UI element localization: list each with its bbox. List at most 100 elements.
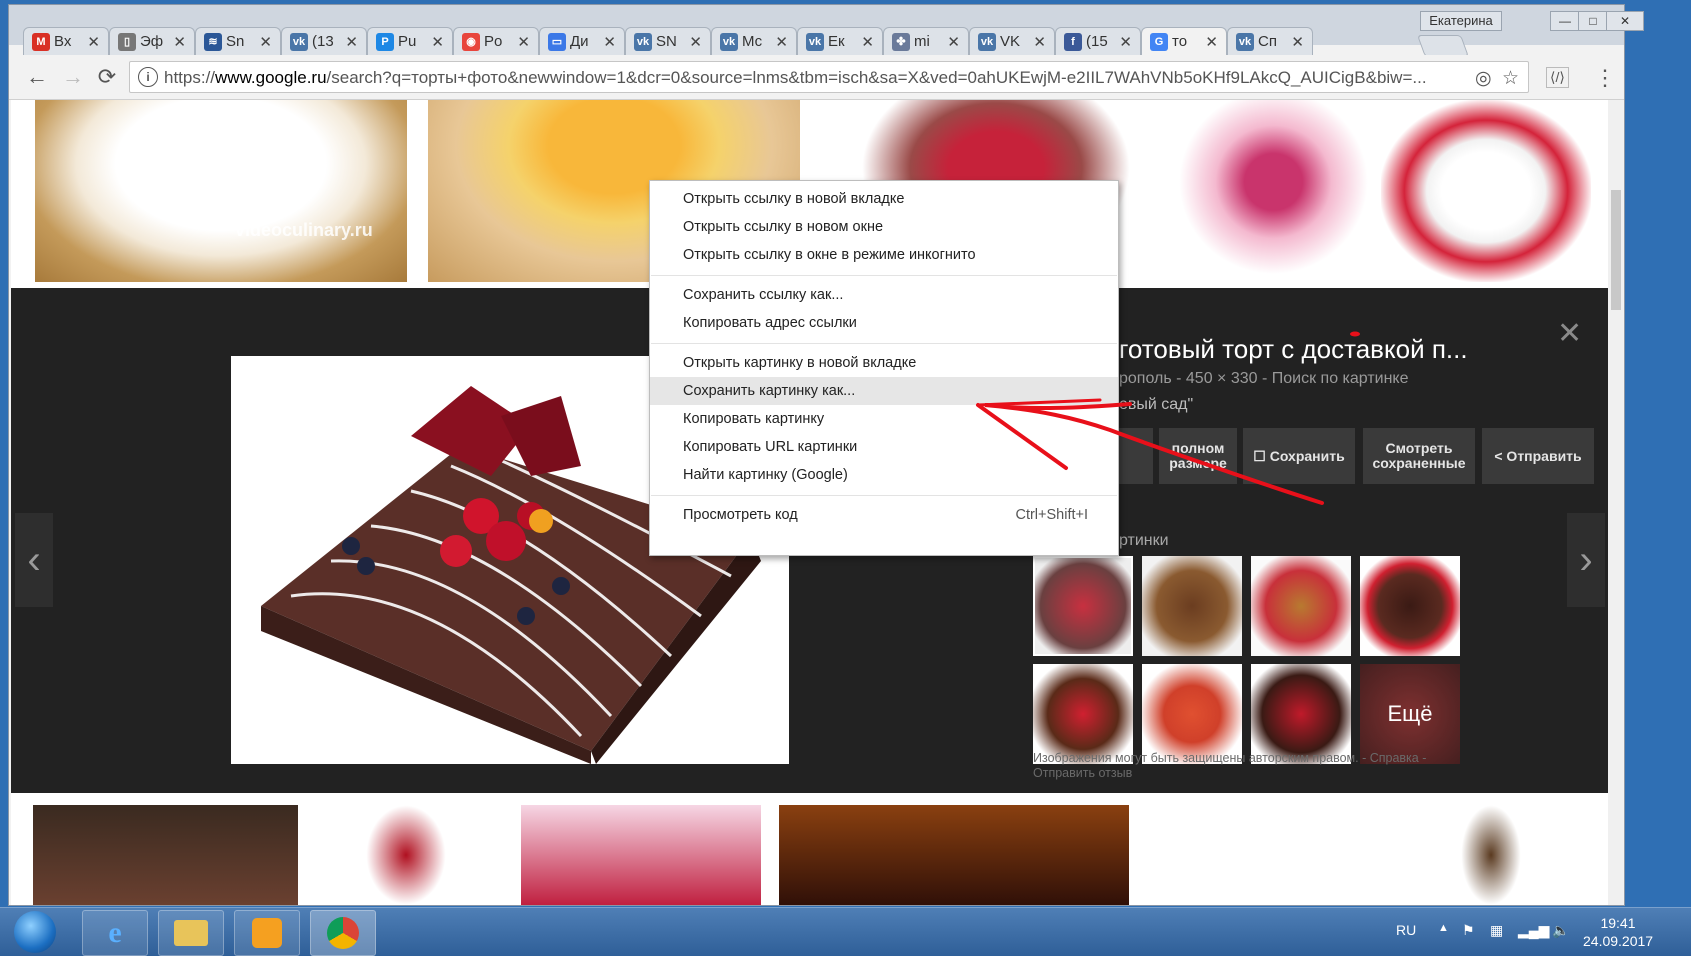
scroll-thumb[interactable] [1611,190,1621,310]
tab-close-icon[interactable]: ✕ [947,33,960,51]
browser-tab[interactable]: vk VK ✕ [969,27,1055,55]
similar-image[interactable] [1033,664,1133,764]
browser-tab[interactable]: ✤ mi ✕ [883,27,969,55]
clock-date: 24.09.2017 [1583,933,1654,949]
forward-button[interactable]: → [59,63,87,91]
address-bar[interactable]: i https://www.google.ru/search?q=торты+ф… [129,61,1529,93]
tab-strip: M Вх ✕ ▯ Эф ✕ ≋ Sn ✕ vk (13 ✕ P Pu ✕ ◉ Po ✕ ▭ Ди ✕ vk SN ✕ vk Мс ✕… [9,5,1644,57]
tab-close-icon[interactable]: ✕ [689,33,702,51]
reload-button[interactable]: ⟳ [93,63,121,91]
similar-image[interactable] [1251,664,1351,764]
maximize-button[interactable]: □ [1578,11,1608,31]
menu-open-link-new-tab[interactable]: Открыть ссылку в новой вкладке [650,185,1118,213]
browser-tab[interactable]: vk Мс ✕ [711,27,797,55]
browser-tab[interactable]: ▭ Ди ✕ [539,27,625,55]
result-thumbnail[interactable] [521,805,761,905]
start-button[interactable] [14,911,56,953]
result-thumbnail[interactable] [366,805,446,905]
menu-inspect[interactable]: Просмотреть код Ctrl+Shift+I [650,501,1118,529]
language-indicator[interactable]: RU [1396,922,1416,938]
menu-save-link-as[interactable]: Сохранить ссылку как... [650,281,1118,309]
preview-title[interactable]: готовый торт с доставкой п... [1119,334,1468,365]
close-preview-icon[interactable]: ✕ [1557,316,1582,351]
menu-copy-image-url[interactable]: Копировать URL картинки [650,433,1118,461]
result-thumbnail[interactable] [1171,100,1376,282]
result-thumbnail[interactable] [1461,805,1521,905]
tab-close-icon[interactable]: ✕ [1033,33,1046,51]
network-icon[interactable]: ▦ [1490,922,1503,939]
tab-close-icon[interactable]: ✕ [861,33,874,51]
menu-open-image-new-tab[interactable]: Открыть картинку в новой вкладке [650,349,1118,377]
explorer-taskbar-icon[interactable] [158,910,224,956]
tray-expand-icon[interactable]: ▲ [1438,922,1449,934]
menu-open-link-incognito[interactable]: Открыть ссылку в окне в режиме инкогнито [650,241,1118,269]
info-icon[interactable]: i [138,67,158,87]
minimize-button[interactable]: — [1550,11,1580,31]
tab-close-icon[interactable]: ✕ [173,33,186,51]
tab-close-icon[interactable]: ✕ [1205,33,1218,51]
previous-image-button[interactable]: ‹ [15,513,53,607]
browser-tab[interactable]: f (15 ✕ [1055,27,1141,55]
menu-icon[interactable]: ⋮ [1594,65,1616,91]
save-button[interactable]: ☐ Сохранить [1243,428,1355,484]
full-size-button[interactable]: полном размере [1159,428,1237,484]
browser-tab[interactable]: M Вх ✕ [23,27,109,55]
url-text[interactable]: https://www.google.ru/search?q=торты+фот… [164,68,1444,88]
copyright-notice[interactable]: Изображения могут быть защищены авторски… [1033,751,1443,781]
media-player-taskbar-icon[interactable] [234,910,300,956]
extension-icon[interactable]: ⟨/⟩ [1546,67,1569,88]
result-thumbnail[interactable] [1381,100,1591,282]
profile-button[interactable]: Екатерина [1420,11,1502,31]
chrome-taskbar-icon[interactable] [310,910,376,956]
result-thumbnail[interactable]: videoculinary.ru [35,100,407,282]
browser-tab[interactable]: ◉ Po ✕ [453,27,539,55]
share-button[interactable]: < Отправить [1482,428,1594,484]
menu-save-image-as[interactable]: Сохранить картинку как... [650,377,1118,405]
action-center-icon[interactable]: ⚑ [1462,922,1475,939]
result-thumbnail[interactable] [33,805,298,905]
tab-title: Ди [570,33,589,50]
new-tab-button[interactable] [1416,35,1470,57]
browser-tab[interactable]: vk (13 ✕ [281,27,367,55]
similar-image[interactable] [1033,556,1133,656]
browser-tab[interactable]: ≋ Sn ✕ [195,27,281,55]
next-image-button[interactable]: › [1567,513,1605,607]
bookmark-star-icon[interactable]: ☆ [1502,67,1519,90]
tab-close-icon[interactable]: ✕ [87,33,100,51]
location-icon[interactable]: ◎ [1475,67,1492,90]
back-button[interactable]: ← [23,63,51,91]
more-images-button[interactable]: Ещё [1360,664,1460,764]
tab-close-icon[interactable]: ✕ [1291,33,1304,51]
similar-image[interactable] [1142,556,1242,656]
ie-taskbar-icon[interactable]: e [82,910,148,956]
clock[interactable]: 19:41 24.09.2017 [1583,914,1653,950]
tab-close-icon[interactable]: ✕ [345,33,358,51]
menu-open-link-new-window[interactable]: Открыть ссылку в новом окне [650,213,1118,241]
tab-close-icon[interactable]: ✕ [775,33,788,51]
volume-icon[interactable]: 🔈 [1552,922,1569,939]
browser-tab[interactable]: P Pu ✕ [367,27,453,55]
browser-tab[interactable]: ▯ Эф ✕ [109,27,195,55]
browser-tab[interactable]: vk Ек ✕ [797,27,883,55]
menu-separator [651,495,1117,496]
tab-close-icon[interactable]: ✕ [259,33,272,51]
similar-image[interactable] [1360,556,1460,656]
tab-close-icon[interactable]: ✕ [431,33,444,51]
result-thumbnail[interactable] [779,805,1129,905]
signal-icon[interactable]: ▂▄▆ [1518,922,1549,939]
preview-source[interactable]: евый сад" [1119,396,1193,414]
close-window-button[interactable]: ✕ [1606,11,1644,31]
tab-close-icon[interactable]: ✕ [603,33,616,51]
view-saved-button[interactable]: Смотреть сохраненные [1363,428,1475,484]
similar-image[interactable] [1142,664,1242,764]
tab-close-icon[interactable]: ✕ [517,33,530,51]
page-scrollbar[interactable] [1608,100,1623,905]
menu-copy-image[interactable]: Копировать картинку [650,405,1118,433]
menu-search-image-google[interactable]: Найти картинку (Google) [650,461,1118,489]
menu-copy-link-address[interactable]: Копировать адрес ссылки [650,309,1118,337]
browser-tab[interactable]: vk SN ✕ [625,27,711,55]
tab-close-icon[interactable]: ✕ [1119,33,1132,51]
browser-tab[interactable]: vk Сп ✕ [1227,27,1313,55]
browser-tab[interactable]: Gто ✕ [1141,27,1227,55]
similar-image[interactable] [1251,556,1351,656]
